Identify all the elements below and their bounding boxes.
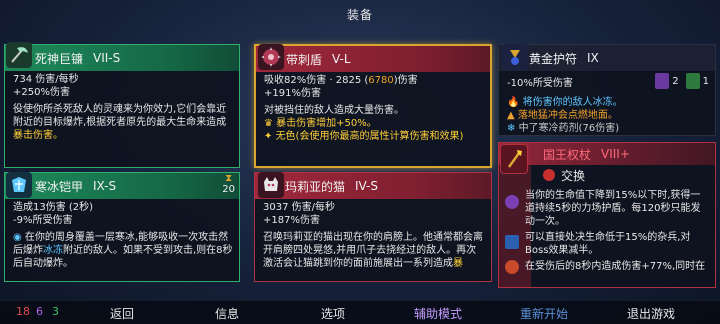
item-name: 玛莉亚的猫 [285, 179, 346, 194]
item-level: V-L [332, 52, 351, 66]
item-perk-freeze: 🔥 将伤害你的敌人冰冻。 [507, 97, 623, 108]
swap-label: 交换 [561, 168, 586, 183]
item-level: IV-S [355, 179, 379, 193]
swap-icon [543, 169, 555, 181]
item-absorb-stat: 吸收82%伤害 · 2825 (6780)伤害 [264, 75, 418, 86]
item-card-reaper[interactable]: 死神巨镰 VII-S 734 伤害/每秒 +250%伤害 役使你所杀死敌人的灵魂… [4, 44, 240, 168]
stat-tactics: 6 [36, 305, 43, 318]
item-description: 役使你所杀死敌人的灵魂来为你效力,它们会靠近附近的目标爆炸,根据死者原先的最大生… [13, 104, 227, 141]
item-damage: 造成13伤害 (2秒) [13, 202, 94, 213]
scythe-icon [6, 42, 32, 68]
item-perk-execute: 可以直接处决生命低于15%的杂兵,对Boss效果减半。 [505, 231, 709, 257]
scroll-counters: 2 1 [655, 73, 709, 89]
shield-orb-icon [505, 195, 519, 209]
restart-button[interactable]: 重新开始 [504, 305, 584, 322]
item-dps: 734 伤害/每秒 [13, 74, 79, 85]
item-header: 死神巨镰 VII-S [5, 45, 239, 71]
item-perk-crit: ♛ 暴击伤害增加+50%。 [264, 118, 377, 129]
item-level: VIII+ [601, 147, 630, 161]
cat-icon [258, 172, 284, 198]
scroll-count: 1 [702, 75, 709, 87]
options-button[interactable]: 选项 [293, 305, 373, 322]
info-button[interactable]: 信息 [187, 305, 267, 322]
item-bonus: +191%伤害 [264, 88, 321, 99]
item-name: 寒冰铠甲 [35, 179, 84, 194]
execute-icon [505, 235, 519, 249]
stat-survival: 3 [52, 305, 59, 318]
flame-icon: 🔥 [507, 97, 523, 108]
item-name: 黄金护符 [529, 51, 578, 66]
item-bonus: +187%伤害 [263, 215, 320, 226]
spiked-shield-icon [258, 44, 284, 70]
item-description: 召唤玛莉亚的猫出现在你的肩膀上。他通常都会离开肩膀四处晃悠,并用爪子去挠经过的敌… [263, 232, 483, 269]
item-card-ice-armor[interactable]: 寒冰铠甲 IX-S ⧗ 20 造成13伤害 (2秒) -9%所受伤害 ◉ 在你的… [4, 172, 240, 282]
item-header: 寒冰铠甲 IX-S ⧗ 20 [5, 173, 239, 199]
item-header: 国王权杖 VIII+ [499, 143, 715, 165]
star-icon: ✦ [264, 131, 276, 142]
amulet-icon [502, 44, 528, 70]
crown-icon: ♛ [264, 118, 277, 129]
swap-button[interactable]: 交换 [499, 165, 715, 185]
item-description: 对被挡住的敌人造成大量伤害。 [264, 105, 404, 116]
item-perk-ignite: ▲ 落地猛冲会点燃地面。 [507, 110, 618, 121]
bottom-menu: 18 6 3 返回 信息 选项 辅助模式 重新开始 退出游戏 [0, 300, 720, 324]
item-bonus: +250%伤害 [13, 87, 70, 98]
stat-brutality: 18 [16, 305, 30, 318]
item-header: 黄金护符 IX [499, 45, 715, 71]
item-description: ◉ 在你的周身覆盖一层寒冰,能够吸收一次攻击然后爆炸冰冻附近的敌人。如果不受到攻… [13, 232, 233, 269]
scepter-icon [500, 144, 528, 174]
assist-mode-button[interactable]: 辅助模式 [398, 305, 478, 322]
item-reduction: -9%所受伤害 [13, 215, 73, 226]
item-perk-cold: ❄ 中了寒冷药剂(76伤害) [507, 123, 620, 134]
ice-orb-icon: ◉ [13, 232, 25, 243]
scroll-icon [685, 73, 700, 89]
item-level: IX-S [93, 179, 117, 193]
item-name: 死神巨镰 [35, 51, 84, 66]
item-level: IX [587, 51, 599, 65]
item-header: 玛莉亚的猫 IV-S [255, 173, 491, 199]
item-perk-shield: 当你的生命值下降到15%以下时,获得一道持续5秒的力场护盾。每120秒只能发动一… [505, 189, 709, 228]
item-card-kings-scepter[interactable]: 国王权杖 VIII+ 交换 当你的生命值下降到15%以下时,获得一道持续5秒的力… [498, 142, 716, 288]
item-perk-rage: 在受伤后的8秒内造成伤害+77%,同时在 [505, 260, 709, 274]
cooldown-timer: ⧗ 20 [222, 173, 235, 195]
item-card-thorn-shield[interactable]: 带刺盾 V-L 吸收82%伤害 · 2825 (6780)伤害 +191%伤害 … [254, 44, 492, 168]
item-name: 带刺盾 [286, 52, 323, 67]
item-card-marias-cat[interactable]: 玛莉亚的猫 IV-S 3037 伤害/每秒 +187%伤害 召唤玛莉亚的猫出现在… [254, 172, 492, 282]
item-header: 带刺盾 V-L [256, 46, 490, 72]
item-name: 国王权杖 [543, 147, 592, 162]
item-level: VII-S [93, 51, 121, 65]
item-perk-colorless: ✦ 无色(会使用你最高的属性计算伤害和效果) [264, 131, 464, 142]
quit-game-button[interactable]: 退出游戏 [611, 305, 691, 322]
back-button[interactable]: 返回 [82, 305, 162, 322]
item-card-golden-amulet[interactable]: 黄金护符 IX -10%所受伤害 2 1 🔥 将伤害你的敌人冰冻。 ▲ 落地猛冲… [498, 44, 716, 136]
hourglass-icon: ⧗ [225, 173, 233, 184]
rage-icon [505, 260, 519, 274]
scroll-count: 2 [672, 75, 679, 87]
flame-icon: ▲ [507, 110, 518, 121]
snowflake-icon: ❄ [507, 123, 519, 134]
ice-armor-icon [6, 172, 32, 198]
item-dps: 3037 伤害/每秒 [263, 202, 335, 213]
screen-title: 装备 [346, 8, 373, 22]
scroll-icon [655, 73, 670, 89]
